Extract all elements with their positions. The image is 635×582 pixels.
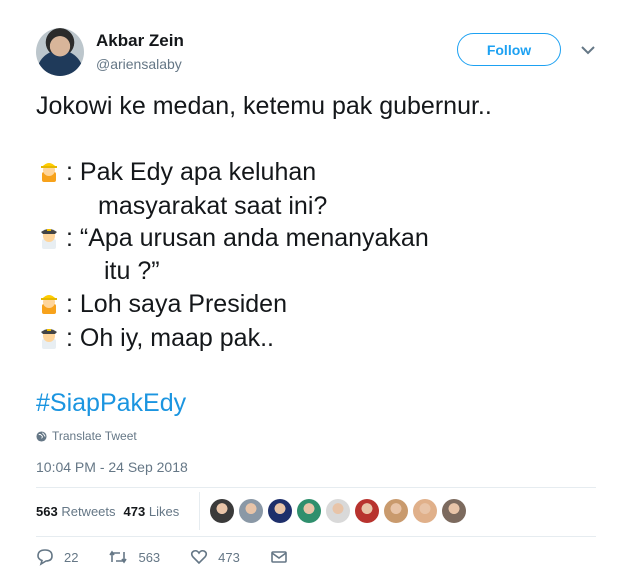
retweet-icon [109,550,128,564]
user-name[interactable]: Akbar Zein [96,31,184,51]
liker-avatar[interactable] [355,499,379,523]
likes-stat[interactable]: 473 Likes [124,504,180,519]
liker-avatar[interactable] [384,499,408,523]
tweet-line-6-text: : Loh saya Presiden [66,290,287,318]
construction-worker-emoji-icon [41,295,57,314]
like-count: 473 [218,549,240,565]
liker-avatar[interactable] [326,499,350,523]
tweet-line-7-text: : Oh iy, maap pak.. [66,324,274,352]
liker-avatar[interactable] [239,499,263,523]
likes-label: Likes [148,504,180,519]
retweets-stat[interactable]: 563 Retweets [36,504,116,519]
translate-tweet-label[interactable]: Translate Tweet [52,429,137,443]
avatar[interactable] [36,28,84,76]
police-officer-emoji-icon [41,229,57,249]
stats-separator [199,492,200,530]
reply-icon [37,549,53,566]
liker-avatars [210,499,466,523]
follow-button[interactable]: Follow [457,33,561,66]
retweets-label: Retweets [61,504,116,519]
construction-worker-emoji-icon [41,163,57,182]
tweet-line-2-text: : Pak Edy apa keluhan [66,158,317,186]
chevron-down-icon[interactable] [578,42,598,58]
tweet-line-5: itu ?” [104,257,160,285]
translate-tweet-link[interactable]: Translate Tweet [36,429,137,443]
tweet-line-7: : Oh iy, maap pak.. [36,324,274,353]
liker-avatar[interactable] [442,499,466,523]
liker-avatar[interactable] [413,499,437,523]
reply-action[interactable]: 22 [36,548,78,566]
liker-avatar[interactable] [210,499,234,523]
globe-icon [36,430,47,442]
tweet-line-1: Jokowi ke medan, ketemu pak gubernur.. [36,92,492,120]
retweet-count: 563 [138,549,161,565]
retweets-count: 563 [36,504,58,519]
message-action[interactable] [270,548,288,566]
tweet-line-3: masyarakat saat ini? [98,192,328,220]
user-handle[interactable]: @ariensalaby [96,56,182,72]
heart-icon [191,549,208,565]
liker-avatar[interactable] [268,499,292,523]
tweet-line-4-text: : “Apa urusan anda menanyakan [66,224,429,252]
tweet-actions: 22 563 473 [36,548,318,566]
reply-count: 22 [64,549,79,565]
hashtag-link[interactable]: #SiapPakEdy [36,389,186,418]
liker-avatar[interactable] [297,499,321,523]
envelope-icon [271,551,287,563]
like-action[interactable]: 473 [190,548,240,566]
tweet-line-4: : “Apa urusan anda menanyakan [36,224,429,253]
tweet-line-6: : Loh saya Presiden [36,290,287,319]
retweet-action[interactable]: 563 [108,548,160,566]
police-officer-emoji-icon [41,329,57,349]
tweet-timestamp[interactable]: 10:04 PM - 24 Sep 2018 [36,459,188,475]
divider-top [36,487,596,488]
likes-count: 473 [123,504,146,519]
divider-bottom [36,536,596,537]
tweet-stats: 563 Retweets 473 Likes [36,504,179,519]
tweet-line-2: : Pak Edy apa keluhan [36,158,316,187]
